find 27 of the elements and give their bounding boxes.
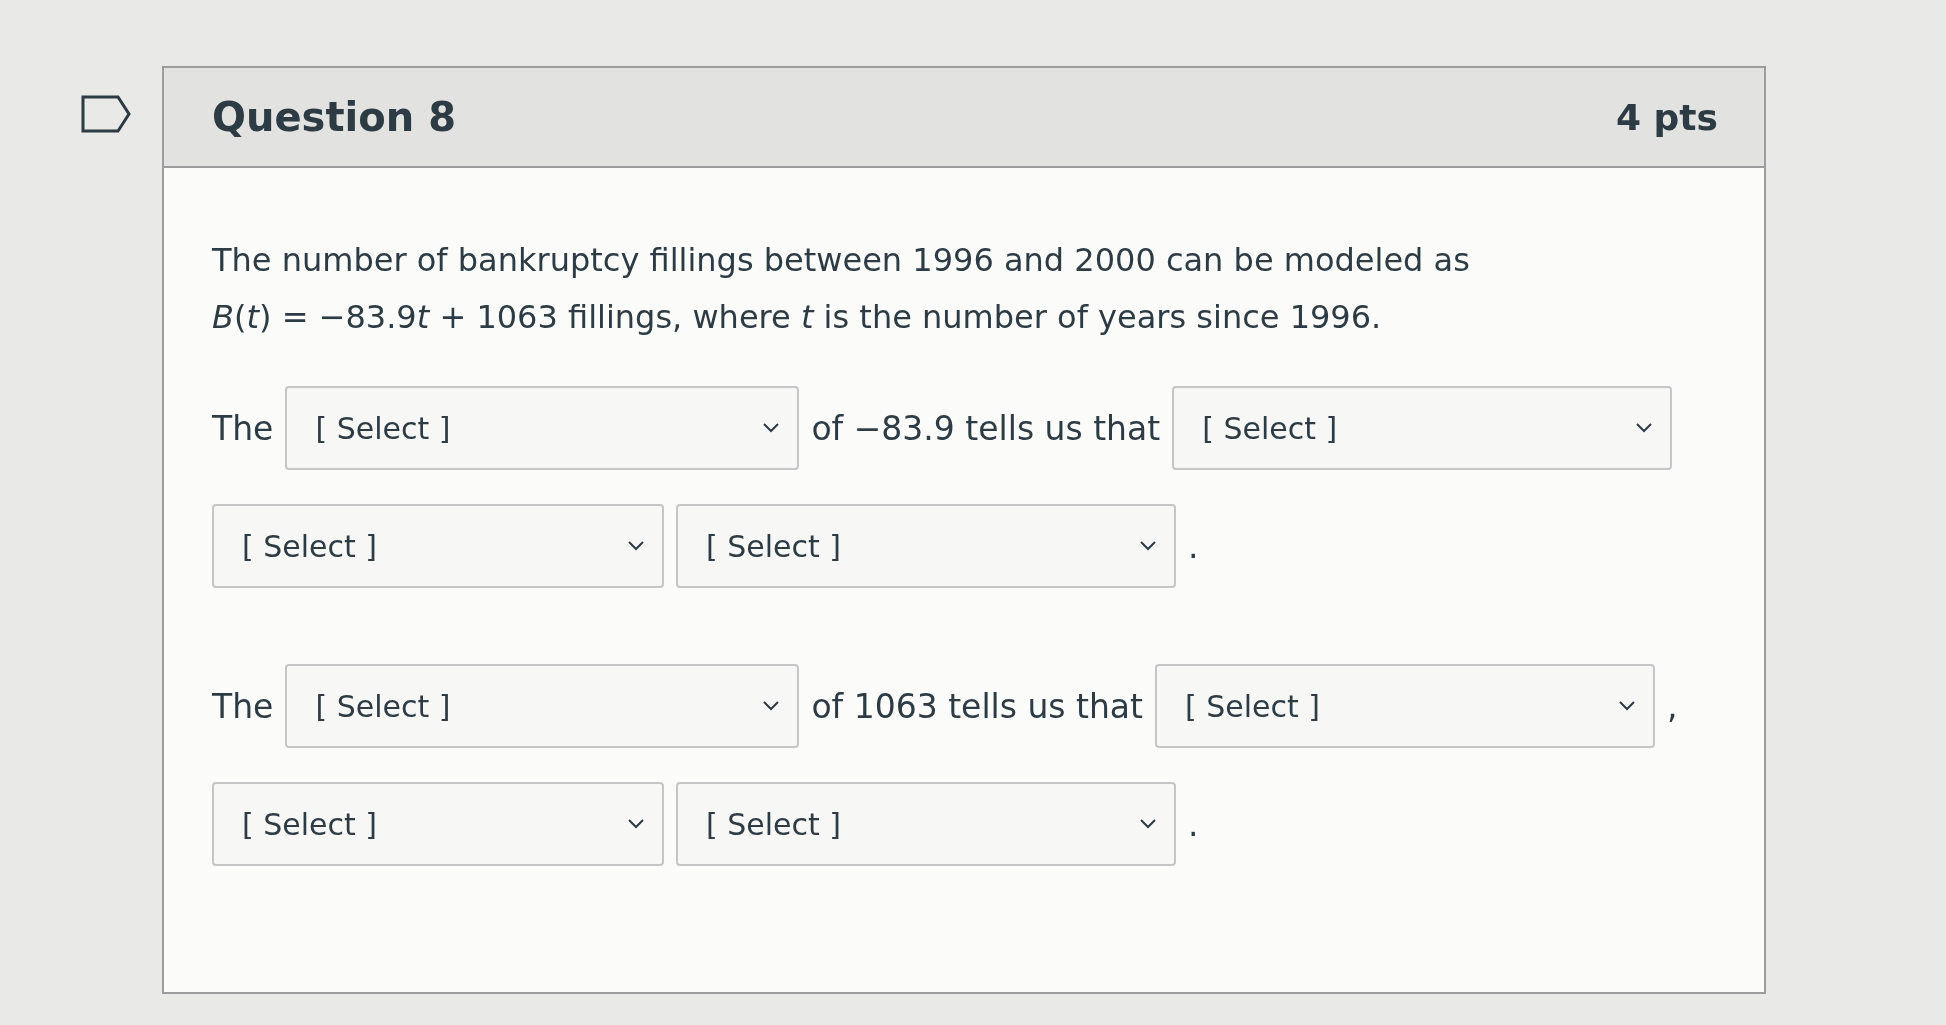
- caret-icon: [628, 819, 644, 829]
- points-label: 4 pts: [1616, 96, 1718, 138]
- caret-icon: [1636, 423, 1653, 433]
- answer-dropdown[interactable]: [ Select ]: [1155, 664, 1656, 748]
- answer-dropdown[interactable]: [ Select ]: [212, 782, 664, 866]
- caret-icon: [1140, 541, 1156, 551]
- flag-icon[interactable]: [80, 94, 132, 134]
- caret-icon: [1619, 701, 1636, 711]
- sentence-text: .: [1188, 804, 1199, 844]
- sentence-text: The: [212, 408, 274, 448]
- sentence-text: The: [212, 686, 274, 726]
- answer-dropdown[interactable]: [ Select ]: [676, 782, 1176, 866]
- sentence-text: .: [1188, 526, 1199, 566]
- sentence-text: of 1063 tells us that: [811, 686, 1144, 726]
- caret-icon: [763, 423, 780, 433]
- question-title: Question 8: [212, 94, 456, 140]
- sentence-text: ,: [1667, 686, 1678, 726]
- caret-icon: [1140, 819, 1156, 829]
- answer-dropdown[interactable]: [ Select ]: [285, 664, 800, 748]
- answer-dropdown[interactable]: [ Select ]: [676, 504, 1176, 588]
- sentence-text: of −83.9 tells us that: [811, 408, 1161, 448]
- answer-dropdown[interactable]: [ Select ]: [212, 504, 664, 588]
- question-text: The number of bankruptcy fillings between 1996 and 2000 can be modeled as B(t) = −83.9t + 1063 fillings, where t is the number of years since 1996.: [212, 240, 1471, 338]
- caret-icon: [628, 541, 644, 551]
- answer-dropdown[interactable]: [ Select ]: [285, 386, 800, 470]
- answer-dropdown[interactable]: [ Select ]: [1172, 386, 1673, 470]
- caret-icon: [763, 701, 780, 711]
